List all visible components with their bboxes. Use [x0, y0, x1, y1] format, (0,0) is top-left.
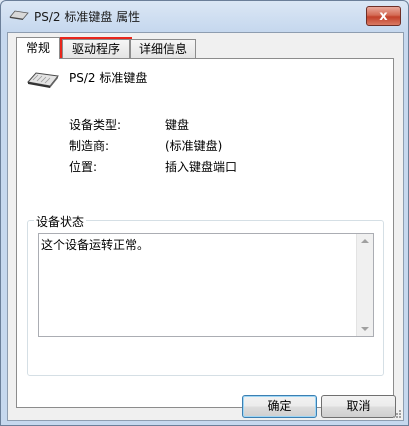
- properties-window: PS/2 标准键盘 属性 x 常规 驱动程序 详细信息 PS/2 标准键盘 设备…: [0, 0, 409, 426]
- device-type-label: 设备类型:: [69, 118, 122, 132]
- location-value: 插入键盘端口: [165, 160, 238, 174]
- window-title: PS/2 标准键盘 属性: [34, 10, 141, 24]
- device-status-text: 这个设备运转正常。: [41, 238, 150, 252]
- close-icon: x: [379, 8, 388, 24]
- general-tab-panel: PS/2 标准键盘 设备类型: 键盘 制造商: (标准键盘) 位置: 插入键盘端…: [16, 58, 394, 408]
- tab-general[interactable]: 常规: [16, 37, 60, 59]
- scroll-down-icon[interactable]: [361, 327, 369, 331]
- keyboard-icon: [27, 72, 59, 88]
- keyboard-icon: [9, 10, 29, 20]
- device-status-legend: 设备状态: [34, 213, 87, 230]
- device-type-value: 键盘: [165, 118, 190, 132]
- close-button[interactable]: x: [366, 6, 401, 26]
- device-status-group: 设备状态 这个设备运转正常。: [27, 213, 384, 376]
- tab-driver[interactable]: 驱动程序: [60, 37, 132, 60]
- dialog-client-area: 常规 驱动程序 详细信息 PS/2 标准键盘 设备类型: 键盘 制造商: (标准…: [7, 32, 404, 421]
- manufacturer-label: 制造商:: [69, 139, 110, 153]
- status-scrollbar[interactable]: [356, 234, 373, 336]
- device-name: PS/2 标准键盘: [69, 71, 148, 85]
- manufacturer-value: (标准键盘): [165, 139, 223, 153]
- cancel-button[interactable]: 取消: [321, 395, 396, 418]
- scroll-up-icon[interactable]: [361, 239, 369, 243]
- location-label: 位置:: [69, 160, 98, 174]
- tab-details[interactable]: 详细信息: [130, 39, 196, 58]
- device-status-textbox[interactable]: 这个设备运转正常。: [38, 233, 374, 337]
- title-bar[interactable]: PS/2 标准键盘 属性 x: [1, 1, 408, 31]
- resize-grip-icon[interactable]: [392, 409, 402, 419]
- ok-button[interactable]: 确定: [242, 395, 317, 418]
